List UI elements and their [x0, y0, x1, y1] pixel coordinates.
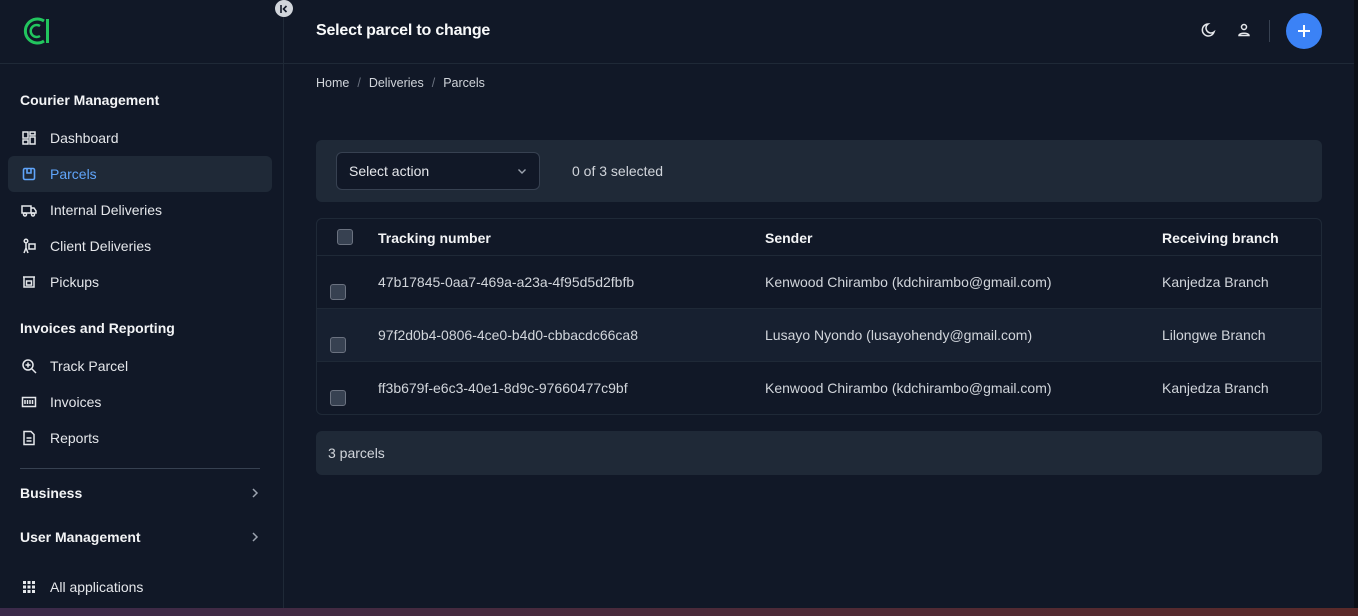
sidebar-item-dashboard[interactable]: Dashboard — [8, 120, 272, 156]
track-icon — [20, 357, 38, 375]
action-select[interactable]: Select action — [336, 152, 540, 190]
parcels-table: Tracking number Sender Receiving branch … — [316, 218, 1322, 415]
result-count: 3 parcels — [316, 431, 1322, 475]
table-row: ff3b679f-e6c3-40e1-8d9c-97660477c9bf Ken… — [317, 362, 1321, 414]
sidebar-item-label: All applications — [50, 579, 144, 595]
selected-count: 0 of 3 selected — [572, 163, 664, 179]
breadcrumb-parcels: Parcels — [443, 76, 485, 90]
select-all-checkbox[interactable] — [337, 229, 353, 245]
tracking-number-link[interactable]: 47b17845-0aa7-469a-a23a-4f95d5d2fbfb — [378, 274, 634, 290]
section-title-invoices: Invoices and Reporting — [20, 320, 175, 336]
group-label: User Management — [20, 529, 141, 545]
app-logo[interactable] — [22, 17, 52, 45]
sender-cell: Lusayo Nyondo (lusayohendy@gmail.com) — [765, 327, 1033, 343]
tracking-number-link[interactable]: 97f2d0b4-0806-4ce0-b4d0-cbbacdc66ca8 — [378, 327, 638, 343]
sidebar-group-user-management[interactable]: User Management — [20, 527, 260, 547]
action-select-value: Select action — [349, 163, 430, 179]
table-row: 97f2d0b4-0806-4ce0-b4d0-cbbacdc66ca8 Lus… — [317, 309, 1321, 362]
sidebar: Courier Management Dashboard Parcels Int… — [0, 0, 284, 608]
theme-toggle-button[interactable] — [1199, 20, 1219, 40]
chevron-right-icon — [252, 532, 259, 542]
sidebar-item-label: Parcels — [50, 166, 97, 182]
sidebar-item-invoices[interactable]: Invoices — [8, 384, 272, 420]
sidebar-item-all-applications[interactable]: All applications — [8, 569, 272, 605]
sidebar-item-client-deliveries[interactable]: Client Deliveries — [8, 228, 272, 264]
column-header-sender[interactable]: Sender — [765, 230, 812, 246]
chevron-down-icon — [518, 169, 526, 174]
page-title: Select parcel to change — [316, 22, 491, 39]
app-root: Courier Management Dashboard Parcels Int… — [0, 0, 1358, 616]
section-title-courier: Courier Management — [20, 92, 160, 108]
sidebar-divider — [20, 468, 260, 469]
sidebar-item-label: Reports — [50, 430, 100, 446]
chevron-right-icon — [252, 488, 259, 498]
sidebar-item-label: Internal Deliveries — [50, 202, 163, 218]
row-checkbox[interactable] — [330, 284, 346, 300]
dashboard-icon — [20, 129, 38, 147]
header-divider — [1269, 20, 1270, 42]
breadcrumb-separator: / — [357, 76, 361, 90]
sender-cell: Kenwood Chirambo (kdchirambo@gmail.com) — [765, 274, 1052, 290]
sidebar-divider-top — [0, 63, 284, 64]
sidebar-item-pickups[interactable]: Pickups — [8, 264, 272, 300]
table-row: 47b17845-0aa7-469a-a23a-4f95d5d2fbfb Ken… — [317, 256, 1321, 309]
sidebar-item-parcels[interactable]: Parcels — [8, 156, 272, 192]
tracking-number-link[interactable]: ff3b679f-e6c3-40e1-8d9c-97660477c9bf — [378, 380, 628, 396]
person-carry-icon — [20, 237, 38, 255]
sidebar-item-label: Dashboard — [50, 130, 119, 146]
branch-cell: Lilongwe Branch — [1162, 327, 1266, 343]
plus-icon — [1298, 25, 1310, 37]
add-parcel-button[interactable] — [1286, 13, 1322, 49]
breadcrumb-separator: / — [431, 76, 436, 90]
sidebar-item-internal-deliveries[interactable]: Internal Deliveries — [8, 192, 272, 228]
sender-cell: Kenwood Chirambo (kdchirambo@gmail.com) — [765, 380, 1052, 396]
group-label: Business — [20, 485, 83, 501]
user-icon — [1238, 23, 1250, 37]
sidebar-group-business[interactable]: Business — [20, 483, 260, 503]
column-header-tracking[interactable]: Tracking number — [378, 230, 491, 246]
sidebar-item-label: Invoices — [50, 394, 102, 410]
top-header: Select parcel to change — [284, 0, 1354, 64]
row-checkbox[interactable] — [330, 390, 346, 406]
breadcrumb: Home / Deliveries / Parcels — [316, 76, 485, 90]
branch-cell: Kanjedza Branch — [1162, 274, 1269, 290]
scrollbar[interactable] — [1354, 0, 1358, 616]
breadcrumb-home[interactable]: Home — [316, 76, 349, 90]
parcel-icon — [20, 165, 38, 183]
table-header: Tracking number Sender Receiving branch — [317, 219, 1321, 256]
action-bar: Select action 0 of 3 selected — [316, 140, 1322, 202]
truck-icon — [20, 201, 38, 219]
branch-cell: Kanjedza Branch — [1162, 380, 1269, 396]
breadcrumb-deliveries[interactable]: Deliveries — [369, 76, 424, 90]
sidebar-item-label: Track Parcel — [50, 358, 129, 374]
sidebar-item-track-parcel[interactable]: Track Parcel — [8, 348, 272, 384]
pickup-icon — [20, 273, 38, 291]
window-bottom-edge — [0, 608, 1358, 616]
column-header-branch[interactable]: Receiving branch — [1162, 230, 1279, 246]
report-icon — [20, 429, 38, 447]
sidebar-item-label: Client Deliveries — [50, 238, 152, 254]
sidebar-item-label: Pickups — [50, 274, 100, 290]
user-menu-button[interactable] — [1234, 20, 1254, 40]
grid-icon — [20, 578, 38, 596]
invoice-icon — [20, 393, 38, 411]
sidebar-item-reports[interactable]: Reports — [8, 420, 272, 456]
moon-icon — [1201, 23, 1216, 37]
row-checkbox[interactable] — [330, 337, 346, 353]
